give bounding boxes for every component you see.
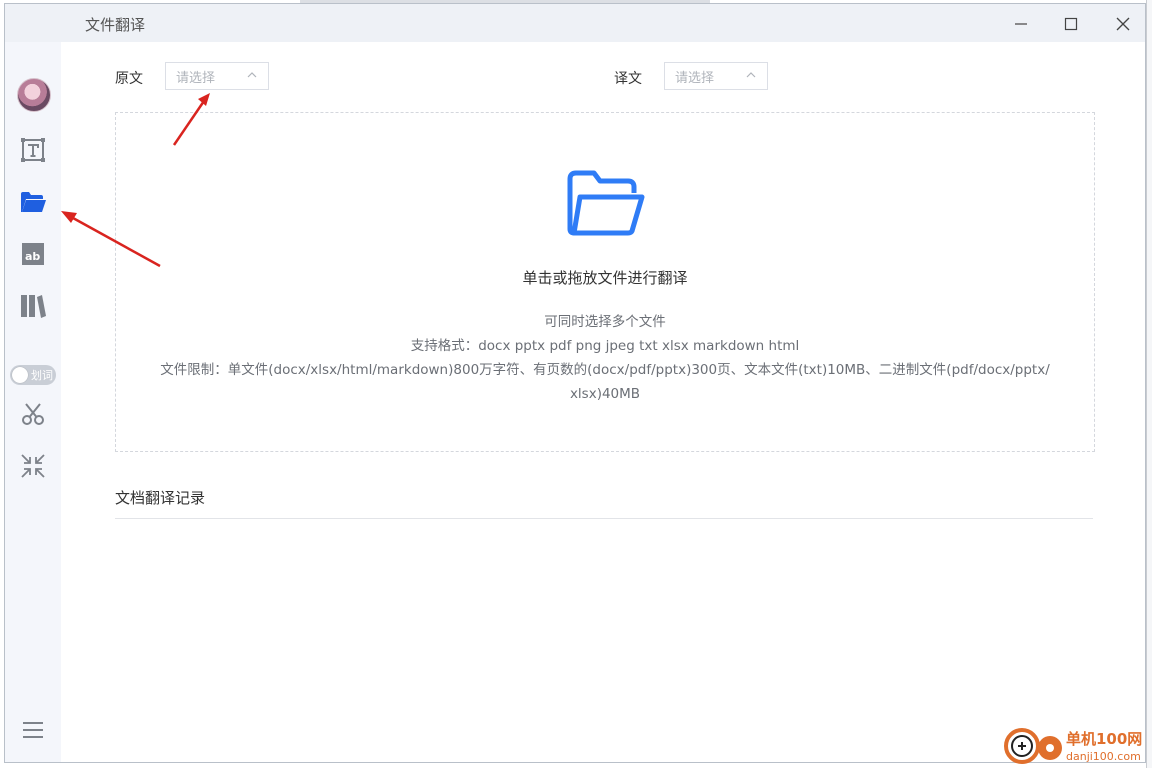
chevron-up-icon: [247, 72, 257, 78]
text-box-icon: [21, 138, 45, 162]
source-language-placeholder: 请选择: [176, 70, 216, 86]
target-language-placeholder: 请选择: [675, 70, 715, 86]
toggle-label: 划词: [31, 369, 53, 382]
target-language-select[interactable]: 请选择: [664, 62, 768, 90]
site-watermark: 单机100网 danji100.com: [1000, 724, 1152, 768]
watermark-name: 单机100网: [1066, 730, 1143, 748]
file-translate-window: 文件翻译 ab 划词 原文 请选择 译文 请选择 单击或拖放文件进行翻译 可同时…: [4, 3, 1146, 763]
toggle-knob: [12, 367, 28, 383]
sidebar-item-library[interactable]: [17, 290, 49, 322]
sidebar-menu-button[interactable]: [17, 714, 49, 746]
word-select-toggle[interactable]: 划词: [10, 365, 56, 385]
sidebar-tool-collapse[interactable]: [17, 450, 49, 482]
sidebar: ab 划词: [5, 42, 61, 762]
main-content: 原文 请选择 译文 请选择 单击或拖放文件进行翻译 可同时选择多个文件 支持格式…: [61, 42, 1145, 762]
background-app-edge: [1146, 0, 1152, 768]
maximize-button[interactable]: [1049, 9, 1093, 39]
folder-open-icon: [567, 170, 645, 236]
sidebar-item-text-translate[interactable]: [17, 134, 49, 166]
maximize-icon: [1064, 17, 1078, 31]
source-language-label: 原文: [115, 71, 143, 87]
history-divider: [115, 518, 1093, 519]
close-icon: [1116, 17, 1130, 31]
collapse-arrows-icon: [21, 454, 45, 478]
minimize-icon: [1015, 23, 1027, 25]
folder-icon: [21, 192, 46, 212]
drop-zone-limits: 文件限制：单文件(docx/xlsx/html/markdown)800万字符、…: [160, 362, 1050, 378]
sidebar-item-file-translate[interactable]: [17, 186, 49, 218]
ab-image-icon: ab: [22, 243, 44, 265]
translation-history-title: 文档翻译记录: [115, 489, 206, 507]
drop-zone-instruction: 单击或拖放文件进行翻译: [522, 269, 688, 287]
drop-zone-multi-hint: 可同时选择多个文件: [544, 314, 666, 330]
title-bar: 文件翻译: [5, 4, 1145, 42]
user-avatar[interactable]: [17, 78, 51, 112]
watermark-url: danji100.com: [1066, 750, 1141, 763]
minimize-button[interactable]: [999, 9, 1043, 39]
sidebar-tool-screenshot[interactable]: [17, 398, 49, 430]
target-language-label: 译文: [614, 71, 642, 87]
source-language-select[interactable]: 请选择: [165, 62, 269, 90]
menu-icon: [23, 722, 43, 738]
watermark-logo-icon: [1004, 728, 1062, 764]
file-drop-zone[interactable]: 单击或拖放文件进行翻译 可同时选择多个文件 支持格式：docx pptx pdf…: [115, 112, 1095, 452]
close-button[interactable]: [1101, 9, 1145, 39]
chevron-up-icon: [746, 72, 756, 78]
books-icon: [21, 295, 46, 318]
drop-zone-formats: 支持格式：docx pptx pdf png jpeg txt xlsx mar…: [410, 338, 800, 354]
drop-zone-limits-cont: xlsx)40MB: [569, 386, 641, 402]
window-title: 文件翻译: [85, 16, 146, 34]
svg-text:ab: ab: [25, 250, 40, 263]
scissors-icon: [22, 403, 44, 425]
sidebar-item-image-translate[interactable]: ab: [17, 238, 49, 270]
